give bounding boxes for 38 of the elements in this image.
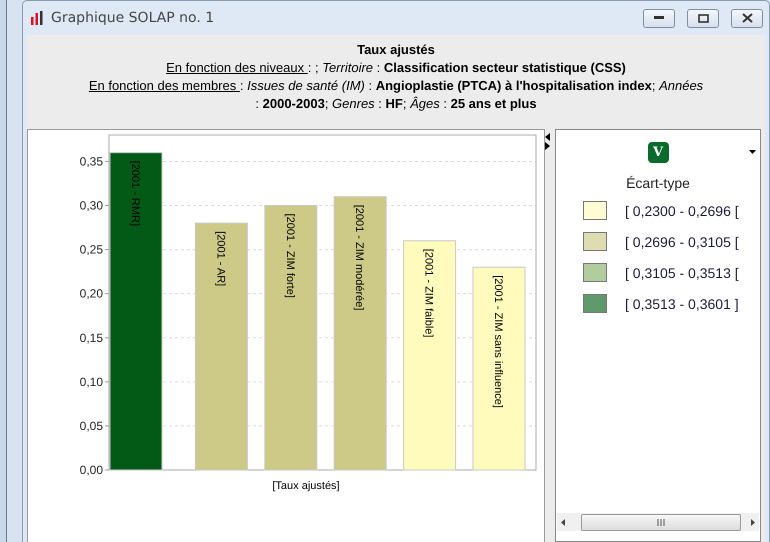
filter-description: : 2000-2003; Genres : HF; Âges : 25 ans et plus	[255, 95, 537, 113]
legend-title: Écart-type	[626, 175, 690, 191]
y-tick-label: 0,05	[80, 418, 103, 433]
bar-label: [2001 - ZIM modérée]	[353, 204, 366, 310]
y-tick-label: 0,25	[80, 242, 103, 257]
legend-label: [ 0,3105 - 0,3513 [	[625, 264, 739, 280]
legend-label: [ 0,3513 - 0,3601 ]	[625, 296, 739, 312]
chart-title: Taux ajustés	[357, 41, 435, 59]
legend-label: [ 0,2300 - 0,2696 [	[625, 202, 739, 218]
layer-badge: V	[648, 142, 668, 163]
scroll-right-icon[interactable]	[751, 518, 755, 526]
bar-label: [2001 - ZIM forte]	[284, 214, 296, 298]
y-tick-label: 0,35	[80, 154, 103, 168]
scrollbar-thumb[interactable]	[581, 514, 741, 530]
x-axis-label: [Taux ajustés]	[272, 480, 340, 492]
restore-button[interactable]	[687, 8, 719, 28]
close-button[interactable]	[731, 8, 763, 28]
bar-label: [2001 - ZIM faible]	[422, 248, 435, 338]
legend-label: [ 0,2696 - 0,3105 [	[625, 234, 739, 250]
filter-description: En fonction des niveaux : ; Territoire : Classification secteur statistique (CSS)	[166, 59, 626, 77]
window-title: Graphique SOLAP no. 1	[51, 10, 216, 26]
bar-label: [2001 - RMR]	[129, 160, 141, 226]
y-tick-label: 0,10	[80, 374, 103, 389]
maximize-icon	[698, 14, 708, 22]
horizontal-scrollbar[interactable]	[557, 513, 759, 531]
scroll-left-icon[interactable]	[561, 518, 565, 526]
bar-chart-icon	[31, 11, 43, 25]
dropdown-caret-icon[interactable]	[749, 150, 756, 154]
bar-label: [2001 - AR]	[214, 231, 226, 286]
minimize-button[interactable]	[643, 8, 675, 28]
minimize-icon	[654, 16, 664, 20]
y-tick-label: 0,30	[80, 198, 103, 213]
y-tick-label: 0,15	[80, 330, 103, 345]
close-icon	[742, 13, 752, 23]
bar-label: [2001 - ZIM sans influence]	[492, 275, 504, 408]
filter-description: En fonction des membres : Issues de santé (IM) : Angioplastie (PTCA) à l'hospitalisation index; Années	[88, 77, 704, 95]
y-tick-label: 0,20	[80, 286, 103, 301]
y-tick-label: 0,00	[80, 463, 103, 477]
